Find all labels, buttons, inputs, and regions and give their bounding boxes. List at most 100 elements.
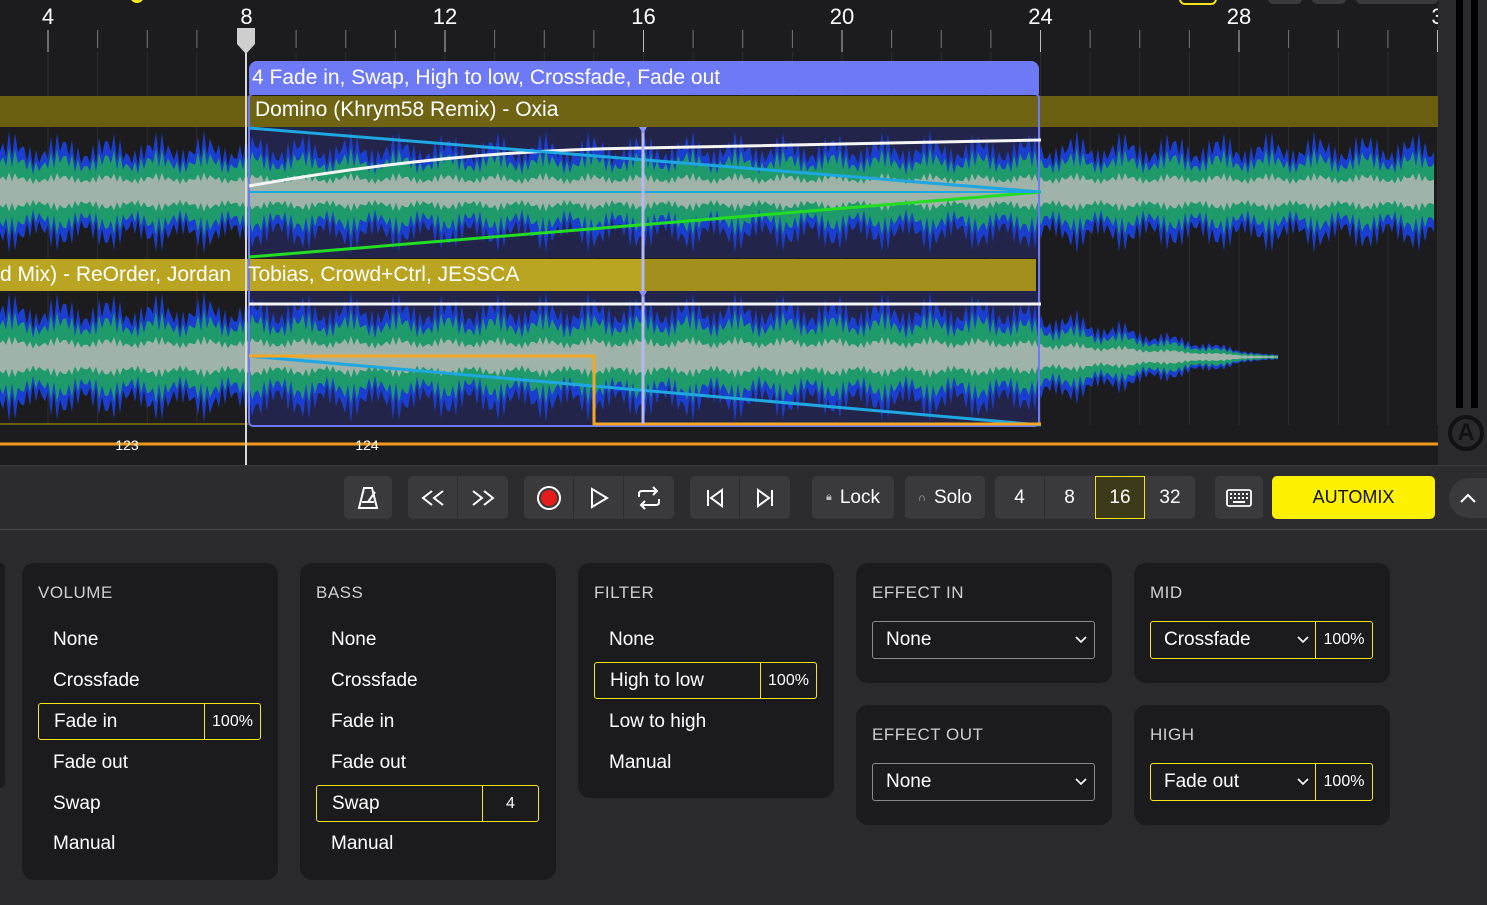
volume-amount[interactable]: 100%: [204, 704, 260, 739]
transport-toolbar: 🔒︎ Lock ∩ Solo 4 8 16 32 AUTOMIX: [0, 465, 1487, 530]
volume-panel: VOLUME None Crossfade Fade in 100% Fade …: [22, 563, 278, 880]
lock-label: Lock: [839, 486, 880, 508]
high-select[interactable]: Fade out 100%: [1150, 763, 1373, 801]
lock-button[interactable]: 🔒︎ Lock: [812, 476, 894, 519]
chevron-down-icon: [1075, 636, 1087, 644]
effect-out-value: None: [886, 771, 932, 792]
effect-in-title: EFFECT IN: [872, 583, 965, 602]
level-meter-strip: A: [1438, 0, 1487, 465]
mid-amount[interactable]: 100%: [1315, 622, 1372, 658]
filter-option-low-to-high[interactable]: Low to high: [594, 703, 817, 740]
transport-group: [524, 476, 674, 519]
play-icon: [590, 486, 609, 509]
volume-option-fade-in-label: Fade in: [54, 710, 118, 732]
track-a-title: Domino (Khrym58 Remix) - Oxia: [255, 98, 559, 121]
mid-select[interactable]: Crossfade 100%: [1150, 621, 1373, 659]
bass-option-crossfade[interactable]: Crossfade: [316, 662, 539, 699]
skip-group: [690, 476, 790, 519]
beat-number: 124: [355, 437, 379, 453]
high-title: HIGH: [1150, 725, 1195, 744]
rewind-button[interactable]: [408, 476, 458, 519]
solo-label: Solo: [933, 486, 972, 508]
collapse-button[interactable]: [1449, 478, 1487, 518]
level-meter-right: [1471, 0, 1478, 408]
filter-option-high-to-low[interactable]: High to low 100%: [594, 662, 817, 699]
bass-panel: BASS None Crossfade Fade in Fade out Swa…: [300, 563, 556, 880]
record-button[interactable]: [524, 476, 574, 519]
filter-option-high-to-low-label: High to low: [610, 669, 704, 691]
skip-back-icon: [706, 487, 723, 508]
track-b-waveform: [0, 291, 1278, 423]
effect-in-panel: EFFECT IN None: [856, 563, 1112, 683]
keyboard-button[interactable]: [1215, 476, 1263, 519]
skip-forward-icon: [757, 487, 773, 508]
high-value: Fade out: [1164, 771, 1239, 792]
bass-option-none[interactable]: None: [316, 621, 539, 658]
seek-group: [408, 476, 508, 519]
track-b-bar-right: [643, 259, 1036, 291]
grid-4-button[interactable]: 4: [995, 476, 1045, 519]
volume-option-none[interactable]: None: [38, 621, 261, 658]
filter-title: FILTER: [594, 583, 655, 602]
chevron-up-icon: [1460, 493, 1476, 503]
effect-out-select[interactable]: None: [872, 763, 1095, 801]
automix-logo-icon: A: [1448, 415, 1484, 451]
timeline[interactable]: 4812162024283 4 Fade in, Swap, High to l…: [0, 0, 1487, 465]
lock-icon: 🔒︎: [826, 491, 832, 503]
track-b-title-left: d Mix) - ReOrder, Jordan: [0, 263, 232, 286]
volume-option-fade-in[interactable]: Fade in 100%: [38, 703, 261, 740]
volume-option-manual[interactable]: Manual: [38, 825, 261, 862]
mid-panel: MID Crossfade 100%: [1134, 563, 1390, 683]
high-amount[interactable]: 100%: [1315, 764, 1372, 800]
bass-option-swap-label: Swap: [332, 792, 380, 814]
bass-option-swap[interactable]: Swap 4: [316, 785, 539, 822]
ruler-label: 12: [432, 4, 458, 29]
filter-option-manual[interactable]: Manual: [594, 744, 817, 781]
chevron-down-icon: [1297, 778, 1309, 786]
rewind-icon: [420, 489, 444, 506]
ruler-label: 20: [829, 4, 855, 29]
mid-title: MID: [1150, 583, 1183, 602]
metronome-icon: [357, 486, 379, 509]
solo-button[interactable]: ∩ Solo: [905, 476, 985, 519]
volume-title: VOLUME: [38, 583, 113, 602]
volume-option-swap[interactable]: Swap: [38, 785, 261, 822]
mid-value: Crossfade: [1164, 629, 1251, 650]
skip-forward-button[interactable]: [740, 476, 790, 519]
bass-swap-beats[interactable]: 4: [482, 786, 538, 821]
loop-button[interactable]: [624, 476, 674, 519]
fast-forward-button[interactable]: [458, 476, 508, 519]
chevron-down-icon: [1297, 636, 1309, 644]
filter-amount[interactable]: 100%: [760, 663, 816, 698]
volume-option-crossfade[interactable]: Crossfade: [38, 662, 261, 699]
bass-option-fade-out[interactable]: Fade out: [316, 744, 539, 781]
filter-panel: FILTER None High to low 100% Low to high…: [578, 563, 834, 798]
fast-forward-icon: [472, 489, 495, 506]
volume-option-fade-out[interactable]: Fade out: [38, 744, 261, 781]
bass-title: BASS: [316, 583, 364, 602]
ruler-label: 24: [1028, 4, 1053, 29]
bass-option-manual[interactable]: Manual: [316, 825, 539, 862]
bass-option-fade-in[interactable]: Fade in: [316, 703, 539, 740]
play-button[interactable]: [574, 476, 624, 519]
skip-back-button[interactable]: [690, 476, 740, 519]
high-panel: HIGH Fade out 100%: [1134, 705, 1390, 825]
track-b-title-right: Tobias, Crowd+Ctrl, JESSCA: [248, 263, 520, 286]
ruler-label: 4: [41, 4, 55, 29]
automix-button[interactable]: AUTOMIX: [1272, 476, 1435, 519]
level-meter-left: [1456, 0, 1463, 408]
effect-in-select[interactable]: None: [872, 621, 1095, 659]
loop-icon: [638, 485, 660, 510]
record-icon: [536, 485, 561, 510]
transition-label[interactable]: 4 Fade in, Swap, High to low, Crossfade,…: [249, 61, 1039, 94]
grid-16-button[interactable]: 16: [1095, 476, 1145, 519]
grid-8-button[interactable]: 8: [1045, 476, 1095, 519]
chevron-down-icon: [1075, 778, 1087, 786]
beat-number: 123: [115, 437, 139, 453]
playhead-handle: [237, 28, 255, 54]
metronome-button[interactable]: [344, 476, 392, 519]
effect-in-value: None: [886, 629, 932, 650]
ruler-label: 8: [240, 4, 253, 29]
filter-option-none[interactable]: None: [594, 621, 817, 658]
grid-32-button[interactable]: 32: [1145, 476, 1195, 519]
